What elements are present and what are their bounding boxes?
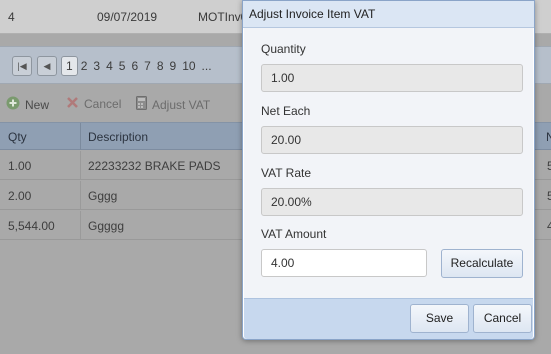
page-number[interactable]: 10 — [179, 56, 198, 76]
page-number[interactable]: 4 — [103, 56, 116, 76]
row-qty: 1.00 — [8, 159, 32, 173]
page-number[interactable]: 9 — [167, 56, 180, 76]
column-header-description[interactable]: Description — [88, 130, 148, 144]
page-number[interactable]: 6 — [128, 56, 141, 76]
column-header-partial[interactable]: N — [546, 130, 551, 144]
cancel-toolbar-button[interactable]: Cancel — [66, 96, 121, 112]
vat-amount-input[interactable]: 4.00 — [261, 249, 427, 277]
page-number[interactable]: 8 — [154, 56, 167, 76]
first-page-icon[interactable]: |◀ — [12, 56, 32, 76]
dialog-title: Adjust Invoice Item VAT — [249, 7, 376, 21]
dialog-body: Quantity 1.00 Net Each 20.00 VAT Rate 20… — [244, 28, 533, 298]
row-description: 22233232 BRAKE PADS — [88, 159, 221, 173]
row-extra: 5 — [547, 159, 551, 173]
cancel-label: Cancel — [84, 97, 122, 111]
row-extra: 4 — [547, 219, 551, 233]
net-each-field: 20.00 — [261, 126, 523, 154]
row-extra: 5 — [547, 189, 551, 203]
recalculate-button[interactable]: Recalculate — [441, 249, 523, 278]
row-description: Gggg — [88, 189, 118, 203]
column-divider — [80, 211, 81, 239]
page-number[interactable]: 5 — [116, 56, 129, 76]
invoice-id: 4 — [8, 10, 15, 24]
cancel-button[interactable]: Cancel — [473, 304, 532, 333]
vat-rate-label: VAT Rate — [261, 166, 312, 180]
new-label: New — [25, 97, 50, 112]
calculator-icon — [136, 96, 147, 113]
page-number[interactable]: 7 — [141, 56, 154, 76]
invoice-ref: MOTInv0 — [198, 10, 248, 24]
net-each-label: Net Each — [261, 104, 311, 118]
column-divider — [80, 181, 81, 209]
adjust-vat-dialog: Adjust Invoice Item VAT Quantity 1.00 Ne… — [242, 0, 535, 340]
dialog-title-bar[interactable]: Adjust Invoice Item VAT — [243, 1, 534, 28]
page-more[interactable]: ... — [199, 56, 215, 76]
add-icon — [6, 96, 20, 113]
dialog-footer: Save Cancel — [244, 298, 533, 339]
page-number[interactable]: 1 — [61, 56, 78, 76]
quantity-label: Quantity — [261, 42, 306, 56]
column-divider — [80, 151, 81, 179]
close-icon — [66, 96, 79, 112]
save-button[interactable]: Save — [410, 304, 469, 333]
quantity-field: 1.00 — [261, 64, 523, 92]
row-description: Ggggg — [88, 219, 125, 233]
vat-amount-label: VAT Amount — [261, 227, 327, 241]
adjust-vat-button[interactable]: Adjust VAT — [136, 96, 210, 113]
adjust-vat-label: Adjust VAT — [152, 97, 211, 112]
column-divider — [80, 123, 81, 150]
vat-rate-field: 20.00% — [261, 188, 523, 216]
new-button[interactable]: New — [6, 96, 49, 113]
invoice-date: 09/07/2019 — [97, 10, 158, 24]
page-number[interactable]: 2 — [78, 56, 91, 76]
row-qty: 5,544.00 — [8, 219, 55, 233]
row-qty: 2.00 — [8, 189, 32, 203]
column-header-qty[interactable]: Qty — [8, 130, 27, 144]
page-number[interactable]: 3 — [90, 56, 103, 76]
prev-page-icon[interactable]: ◀ — [37, 56, 57, 76]
page-numbers: 1 2 3 4 5 6 7 8 9 10 ... — [61, 56, 215, 76]
